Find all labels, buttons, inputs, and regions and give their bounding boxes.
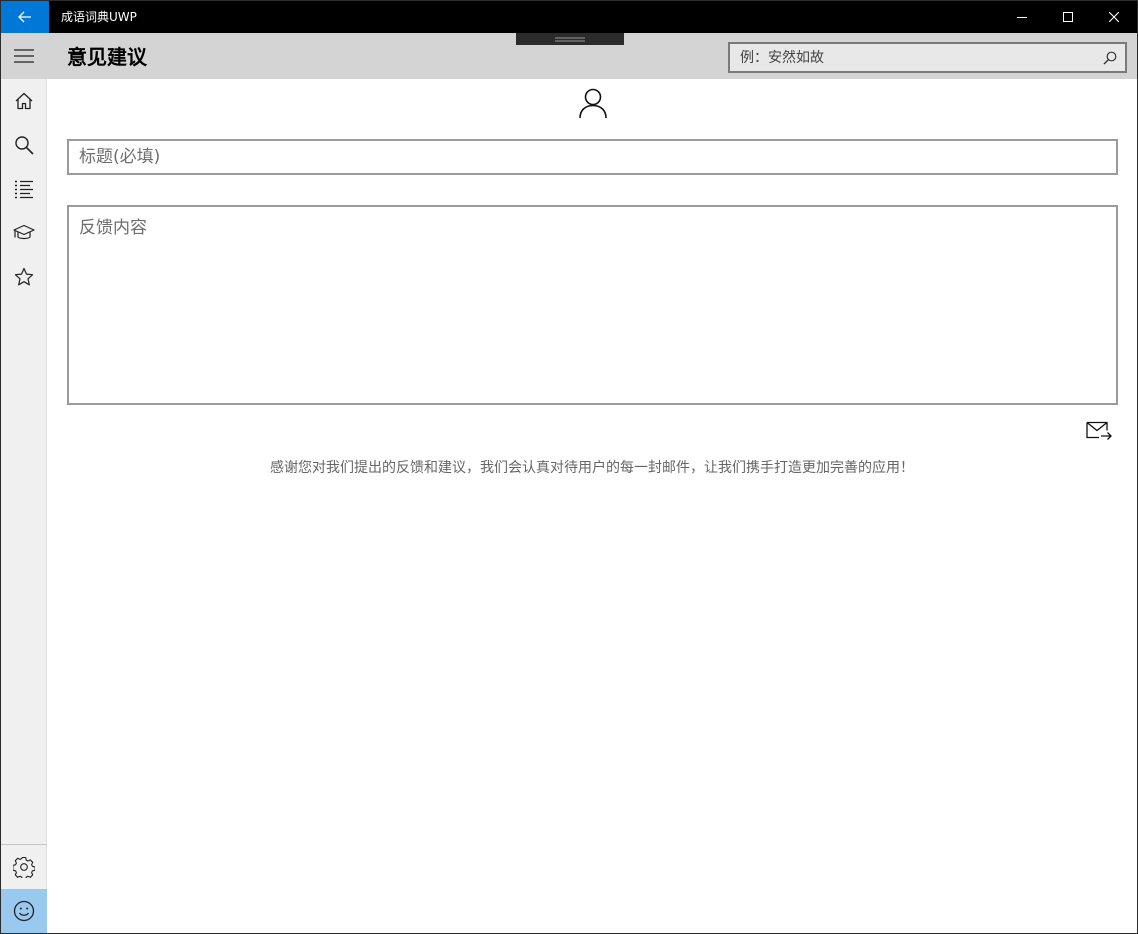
person-icon bbox=[579, 88, 607, 119]
arrow-left-icon bbox=[18, 11, 31, 23]
home-icon bbox=[15, 92, 33, 110]
sidebar-item-learn[interactable] bbox=[1, 211, 47, 255]
app-title: 成语词典UWP bbox=[61, 10, 137, 24]
sidebar-item-favorites[interactable] bbox=[1, 255, 47, 299]
title-input[interactable] bbox=[69, 141, 1116, 173]
thanks-message: 感谢您对我们提出的反馈和建议，我们会认真对待用户的每一封邮件，让我们携手打造更加… bbox=[270, 460, 914, 476]
maximize-button[interactable] bbox=[1045, 1, 1091, 33]
send-mail-button[interactable] bbox=[1085, 419, 1113, 443]
title-field[interactable] bbox=[67, 139, 1118, 175]
sidebar-item-home[interactable] bbox=[1, 79, 47, 123]
app-window: 成语词典UWP 意见建议 例：安然如故 标题(必填) 反馈内容 感谢您对我们提出… bbox=[0, 0, 1138, 934]
minimize-icon bbox=[1017, 17, 1027, 18]
grip-icon bbox=[555, 37, 585, 41]
close-icon bbox=[1109, 12, 1119, 22]
sidebar-item-list[interactable] bbox=[1, 167, 47, 211]
close-button[interactable] bbox=[1091, 1, 1137, 33]
drag-handle[interactable] bbox=[516, 33, 624, 45]
page-title: 意见建议 bbox=[67, 45, 147, 69]
star-icon bbox=[14, 267, 34, 286]
smiley-icon bbox=[13, 900, 35, 922]
maximize-icon bbox=[1063, 12, 1073, 22]
sidebar-item-feedback[interactable] bbox=[1, 889, 47, 933]
mail-send-icon bbox=[1086, 421, 1112, 440]
hamburger-menu-button[interactable] bbox=[1, 33, 47, 79]
sidebar-item-settings[interactable] bbox=[1, 845, 47, 889]
content-field[interactable] bbox=[67, 205, 1118, 405]
title-bar: 成语词典UWP bbox=[1, 1, 1137, 33]
minimize-button[interactable] bbox=[999, 1, 1045, 33]
back-button[interactable] bbox=[1, 1, 49, 33]
sidebar-item-search[interactable] bbox=[1, 123, 47, 167]
list-icon bbox=[15, 180, 33, 199]
search-icon bbox=[1103, 51, 1117, 65]
search-box[interactable] bbox=[728, 42, 1127, 73]
content-textarea[interactable] bbox=[69, 207, 1116, 403]
feedback-content: 感谢您对我们提出的反馈和建议，我们会认真对待用户的每一封邮件，让我们携手打造更加… bbox=[47, 79, 1137, 933]
search-input[interactable] bbox=[730, 44, 1090, 71]
hamburger-icon bbox=[14, 49, 34, 63]
sidebar-nav bbox=[1, 79, 47, 933]
search-button[interactable] bbox=[1103, 50, 1119, 66]
gear-icon bbox=[13, 856, 35, 878]
graduation-cap-icon bbox=[13, 224, 35, 240]
search-icon bbox=[15, 136, 34, 155]
